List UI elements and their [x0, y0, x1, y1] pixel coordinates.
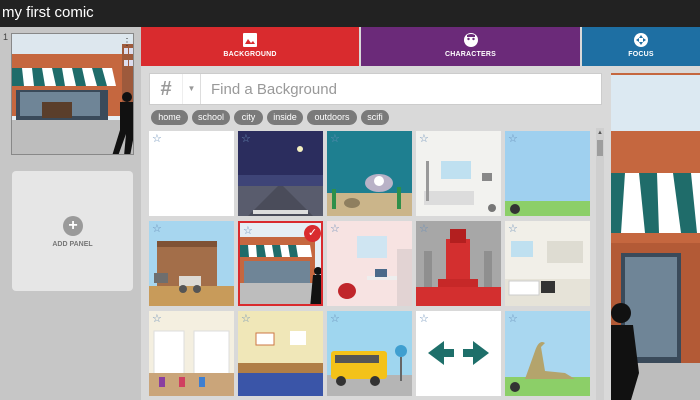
background-tile[interactable]: ☆	[149, 131, 234, 216]
background-tile[interactable]: ☆	[505, 311, 590, 396]
background-tile[interactable]: ☆	[416, 311, 501, 396]
add-panel-button[interactable]: + ADD PANEL	[12, 171, 133, 291]
plus-icon: +	[63, 216, 83, 236]
star-icon[interactable]: ☆	[508, 132, 518, 145]
panel-number: 1	[3, 32, 9, 42]
background-tile[interactable]: ☆	[327, 131, 412, 216]
star-icon[interactable]: ☆	[243, 224, 253, 237]
background-tile[interactable]: ☆	[416, 221, 501, 306]
tab-focus[interactable]: FOCUS	[582, 27, 700, 66]
star-icon[interactable]: ☆	[330, 312, 340, 325]
chevron-down-icon[interactable]: ▼	[182, 74, 201, 104]
move-icon	[633, 32, 649, 48]
scrollbar-thumb[interactable]	[597, 140, 603, 156]
star-icon[interactable]: ☆	[419, 312, 429, 325]
star-icon[interactable]: ☆	[330, 132, 340, 145]
tab-focus-label: FOCUS	[628, 51, 654, 58]
star-icon[interactable]: ☆	[419, 222, 429, 235]
tag-school[interactable]: school	[192, 110, 230, 125]
tag-inside[interactable]: inside	[267, 110, 303, 125]
tab-characters-label: CHARACTERS	[445, 51, 496, 58]
comic-title[interactable]: my first comic	[2, 4, 94, 21]
add-panel-label: ADD PANEL	[52, 241, 93, 248]
background-tile[interactable]: ☆	[149, 311, 234, 396]
star-icon[interactable]: ☆	[152, 132, 162, 145]
background-tile-selected[interactable]: ☆ ✓	[238, 221, 323, 306]
background-tile[interactable]: ☆	[327, 221, 412, 306]
grid-scrollbar[interactable]: ▲	[596, 128, 604, 400]
background-tile[interactable]: ☆	[149, 221, 234, 306]
star-icon[interactable]: ☆	[419, 132, 429, 145]
background-tile[interactable]: ☆	[238, 311, 323, 396]
hash-icon[interactable]: #	[150, 74, 182, 104]
star-icon[interactable]: ☆	[508, 312, 518, 325]
scroll-up-icon[interactable]: ▲	[596, 128, 604, 138]
checkmark-icon: ✓	[304, 225, 321, 242]
panel-preview	[611, 73, 700, 400]
tag-outdoors[interactable]: outdoors	[307, 110, 357, 125]
background-tile[interactable]: ☆	[416, 131, 501, 216]
background-tile[interactable]: ☆	[327, 311, 412, 396]
tag-scifi[interactable]: scifi	[361, 110, 389, 125]
star-icon[interactable]: ☆	[330, 222, 340, 235]
star-icon[interactable]: ☆	[152, 222, 162, 235]
search-input[interactable]: Find a Background	[211, 81, 337, 98]
tag-home[interactable]: home	[151, 110, 188, 125]
background-search-bar: # ▼ Find a Background	[149, 73, 602, 105]
title-bar: my first comic	[0, 0, 700, 27]
star-icon[interactable]: ☆	[152, 312, 162, 325]
tag-city[interactable]: city	[234, 110, 263, 125]
background-tile[interactable]: ☆	[505, 131, 590, 216]
tab-background[interactable]: BACKGROUND	[141, 27, 359, 66]
face-icon	[463, 32, 479, 48]
panel-thumbnail[interactable]	[11, 33, 134, 155]
background-tile[interactable]: ☆	[238, 131, 323, 216]
tab-background-label: BACKGROUND	[223, 51, 277, 58]
star-icon[interactable]: ☆	[508, 222, 518, 235]
panels-sidebar: 1 ⋮ + ADD PANEL	[0, 27, 141, 400]
background-grid: ☆ ☆ ☆ ☆ ☆ ☆ ☆ ✓ ☆ ☆ ☆ ☆ ☆ ☆ ☆ ☆	[148, 128, 593, 400]
tab-characters[interactable]: CHARACTERS	[361, 27, 580, 66]
panel-menu-icon[interactable]: ⋮	[122, 37, 132, 48]
star-icon[interactable]: ☆	[241, 312, 251, 325]
star-icon[interactable]: ☆	[241, 132, 251, 145]
image-icon	[242, 32, 258, 48]
background-tile[interactable]: ☆	[505, 221, 590, 306]
